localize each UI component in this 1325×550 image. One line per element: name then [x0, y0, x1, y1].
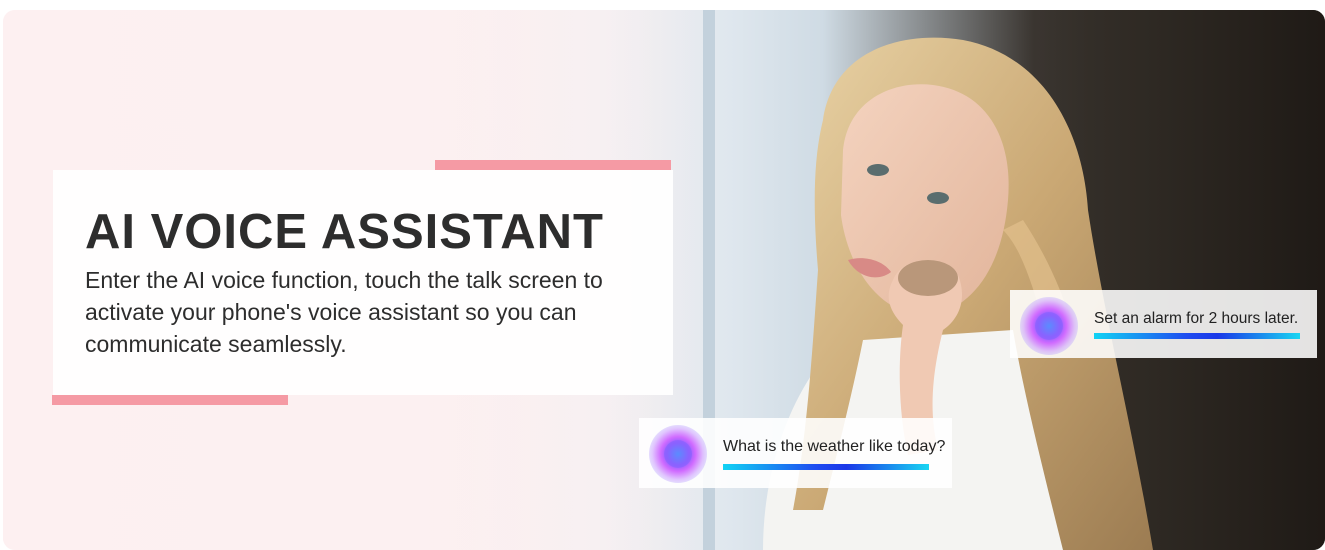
voice-command-text: Set an alarm for 2 hours later. [1094, 310, 1299, 327]
voice-command-text: What is the weather like today? [723, 438, 946, 455]
voice-orb-icon [649, 425, 707, 483]
hero-banner: AI VOICE ASSISTANT Enter the AI voice fu… [3, 10, 1325, 550]
accent-bar-top [435, 160, 671, 170]
intro-card: AI VOICE ASSISTANT Enter the AI voice fu… [53, 170, 673, 395]
voice-wave-bar [723, 464, 929, 470]
page-title: AI VOICE ASSISTANT [85, 205, 604, 259]
voice-bubble-alarm: Set an alarm for 2 hours later. [1010, 290, 1317, 358]
voice-orb-icon [1020, 297, 1078, 355]
feature-description: Enter the AI voice function, touch the t… [85, 267, 603, 357]
voice-wave-bar [1094, 333, 1300, 339]
accent-bar-bottom [52, 395, 288, 405]
voice-bubble-weather: What is the weather like today? [639, 418, 952, 488]
